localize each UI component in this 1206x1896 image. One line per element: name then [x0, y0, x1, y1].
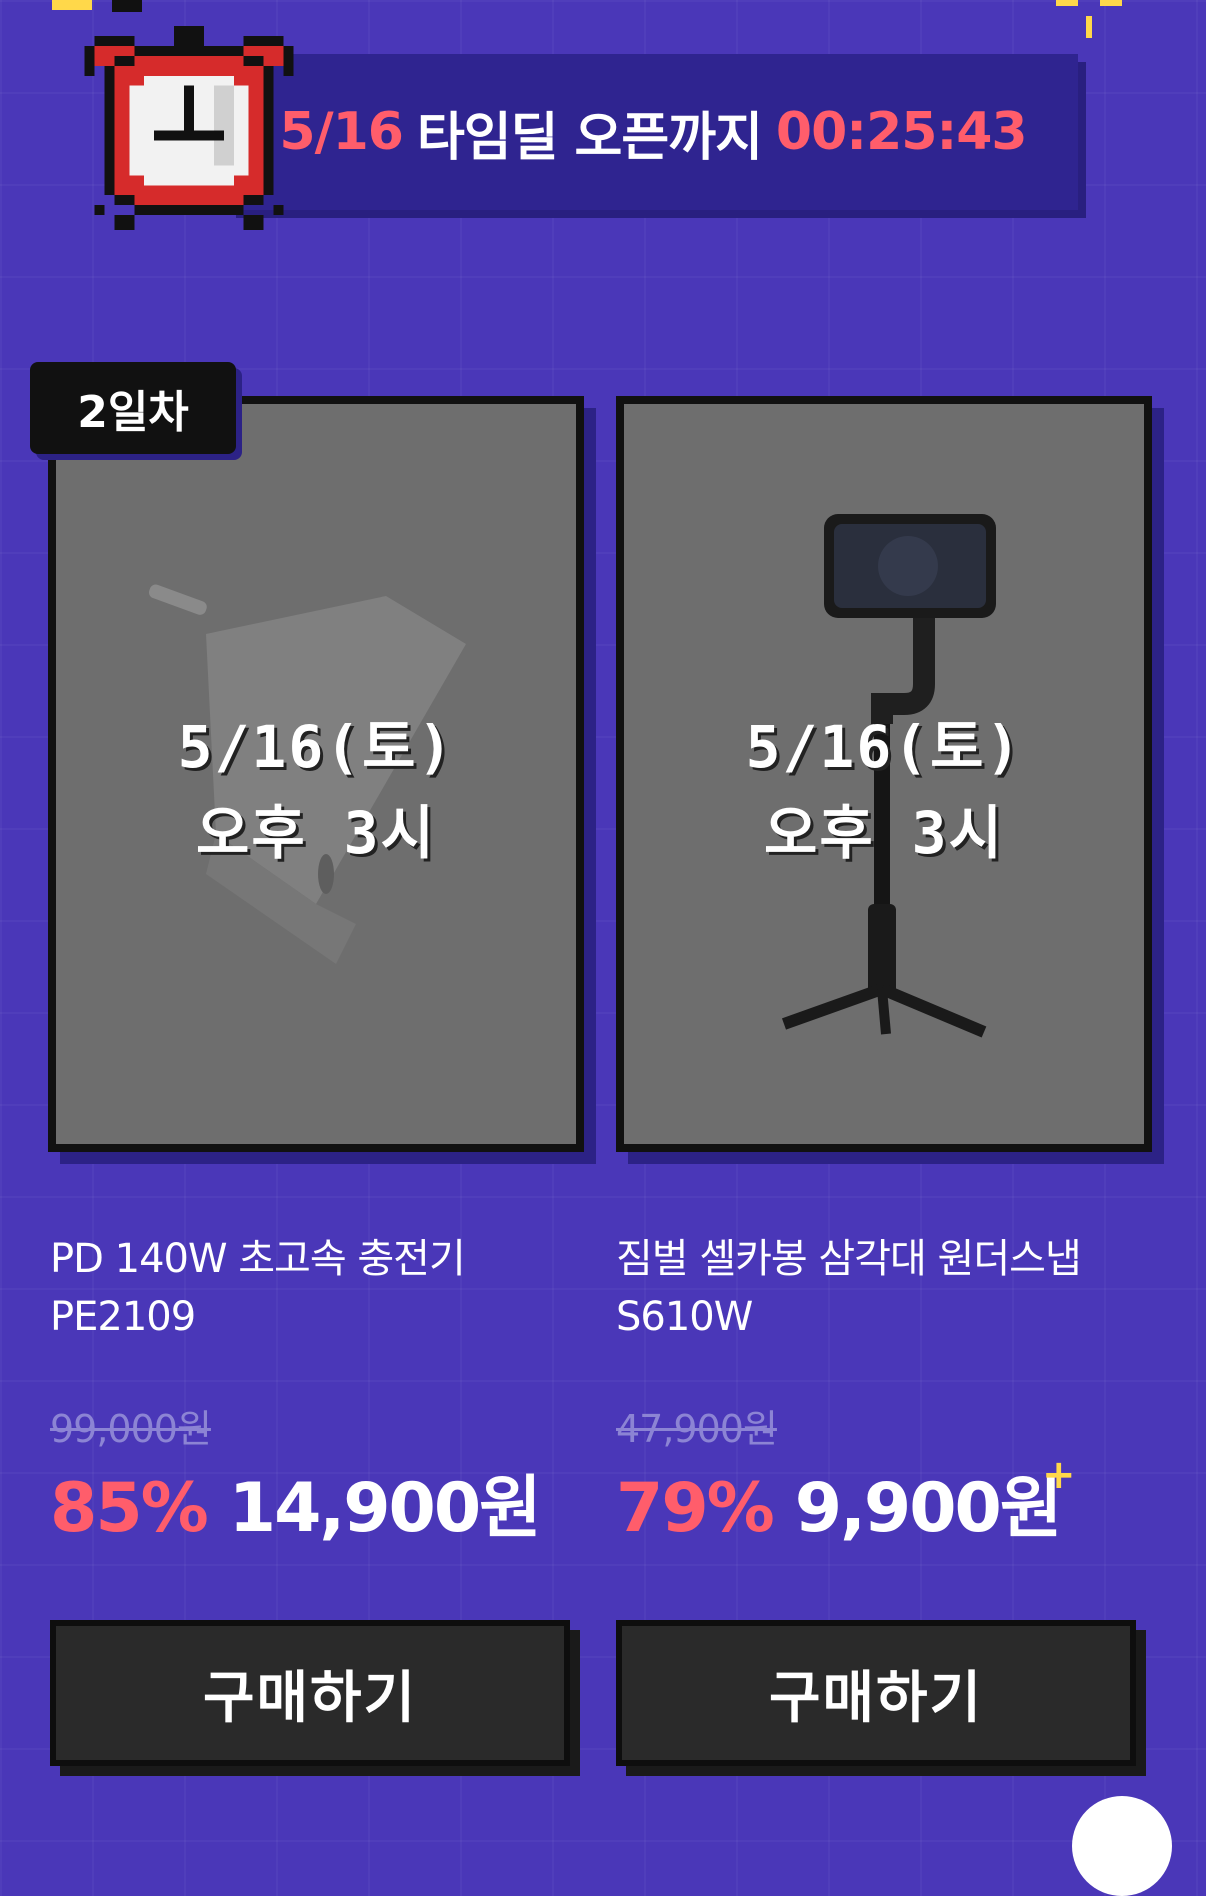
- sale-price-row: 85% 14,900원: [50, 1452, 542, 1551]
- product-card-gimbal[interactable]: 5/16(토) 오후 3시: [616, 396, 1152, 1152]
- open-time: 오후 3시: [196, 799, 436, 867]
- discount-rate: 79%: [616, 1469, 775, 1548]
- timedeal-date: 5/16: [279, 102, 404, 162]
- open-date: 5/16(토): [745, 713, 1023, 781]
- product-title[interactable]: 짐벌 셀카봉 삼각대 원더스냅 S610W: [616, 1230, 1136, 1346]
- sparkle-decoration: [52, 0, 142, 12]
- sale-price: 9,900원: [794, 1469, 1063, 1548]
- product-title-line2: PE2109: [50, 1294, 196, 1340]
- timedeal-countdown-bar: 5/16 타임딜 오픈까지 00:25:43: [228, 54, 1078, 210]
- open-date: 5/16(토): [177, 713, 455, 781]
- plus-icon: +: [1042, 1452, 1076, 1498]
- product-title-line1: PD 140W 초고속 충전기: [50, 1236, 466, 1282]
- alarm-clock-icon: [84, 26, 294, 231]
- buy-button[interactable]: 구매하기: [50, 1620, 570, 1766]
- original-price: 47,900원: [616, 1407, 778, 1451]
- sparkle-decoration: [1056, 0, 1122, 38]
- original-price: 99,000원: [50, 1407, 212, 1451]
- product-card-charger[interactable]: 5/16(토) 오후 3시: [48, 396, 584, 1152]
- product-title[interactable]: PD 140W 초고속 충전기 PE2109: [50, 1230, 570, 1346]
- sale-price: 14,900원: [228, 1469, 542, 1548]
- open-schedule: 5/16(토) 오후 3시: [56, 704, 576, 876]
- discount-rate: 85%: [50, 1469, 209, 1548]
- scroll-top-button[interactable]: [1072, 1796, 1172, 1896]
- product-title-line1: 짐벌 셀카봉 삼각대 원더스냅: [616, 1236, 1082, 1282]
- buy-button[interactable]: 구매하기: [616, 1620, 1136, 1766]
- product-title-line2: S610W: [616, 1294, 753, 1340]
- sale-price-row: 79% 9,900원: [616, 1452, 1063, 1551]
- open-schedule: 5/16(토) 오후 3시: [624, 704, 1144, 876]
- day-badge: 2일차: [30, 362, 236, 454]
- open-time: 오후 3시: [764, 799, 1004, 867]
- timedeal-label: 타임딜 오픈까지: [416, 107, 763, 168]
- countdown-timer: 00:25:43: [775, 102, 1028, 162]
